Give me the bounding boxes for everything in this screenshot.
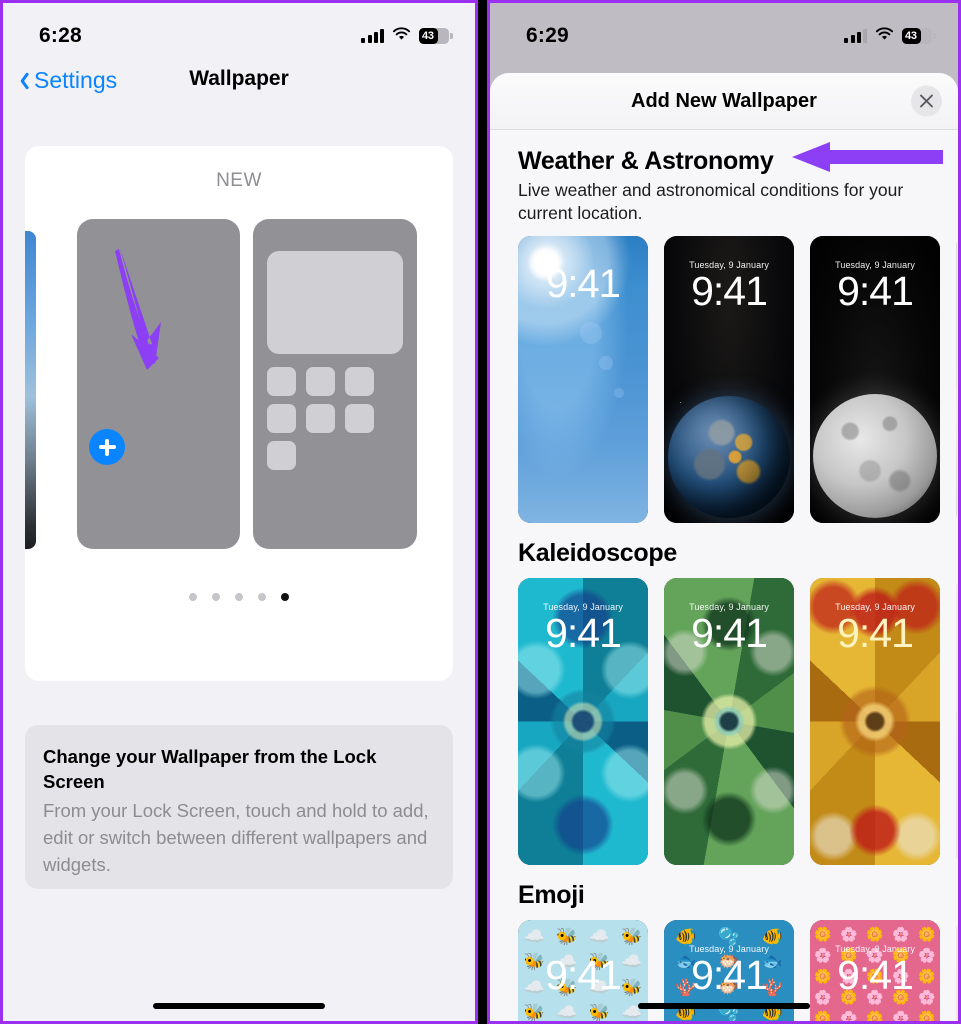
close-icon[interactable] — [911, 85, 942, 117]
thumb-time: 9:41 — [691, 267, 768, 314]
section-header: Emoji — [490, 865, 958, 910]
wallpaper-thumb-emoji-bees[interactable]: ☁️🐝☁️🐝 🐝☁️🐝☁️ ☁️🐝☁️🐝 🐝☁️🐝☁️ ☁️🐝☁️🐝 9:41 — [518, 919, 648, 1021]
battery-percent: 43 — [905, 30, 917, 42]
thumb-time: 9:41 — [837, 609, 914, 656]
wallpaper-thumb-kaleidoscope-green[interactable]: Tuesday, 9 January 9:41 — [664, 577, 794, 865]
thumb-time: 9:41 — [691, 609, 768, 656]
wallpaper-row-weather-astronomy[interactable]: 9:41 Tuesday, 9 January 9:41 Tuesday, 9 … — [490, 131, 958, 523]
section-weather-astronomy: Weather & Astronomy Live weather and ast… — [490, 131, 958, 523]
tip-title: Change your Wallpaper from the Lock Scre… — [43, 746, 377, 792]
weather-astronomy-section-title: Weather & Astronomy — [518, 147, 774, 175]
wallpaper-categories-list[interactable]: Weather & Astronomy Live weather and ast… — [490, 131, 958, 1021]
tip-body: From your Lock Screen, touch and hold to… — [43, 800, 429, 875]
status-bar-clock: 6:28 — [39, 24, 82, 47]
add-new-wallpaper-tile[interactable] — [77, 219, 240, 549]
wifi-icon — [392, 26, 411, 46]
wallpaper-carousel[interactable] — [25, 219, 453, 549]
lock-screen-tip-card: Change your Wallpaper from the Lock Scre… — [25, 725, 453, 889]
carousel-page-dots[interactable] — [25, 593, 453, 601]
battery-icon: 43 — [902, 28, 936, 44]
home-screen-preview-tile[interactable] — [253, 219, 417, 549]
battery-percent: 43 — [422, 30, 434, 42]
section-kaleidoscope: Kaleidoscope Tuesday, 9 January 9:41 Tue… — [490, 522, 958, 865]
wallpaper-thumb-weather-sunny[interactable]: 9:41 — [518, 235, 648, 523]
cellular-bars-icon — [844, 29, 867, 43]
section-emoji: Emoji ☁️🐝☁️🐝 🐝☁️🐝☁️ ☁️🐝☁️🐝 🐝☁️🐝☁️ ☁️🐝☁️🐝 — [490, 864, 958, 1021]
thumb-time: 9:41 — [691, 951, 768, 998]
battery-icon: 43 — [419, 28, 453, 44]
status-bar-right: 6:29 43 — [490, 3, 958, 59]
wallpaper-thumb-kaleidoscope-partial[interactable] — [956, 577, 958, 865]
status-bar-indicators: 43 — [361, 26, 453, 46]
sheet-header: Add New Wallpaper — [490, 73, 958, 130]
wallpaper-thumb-astronomy-earth[interactable]: Tuesday, 9 January 9:41 — [664, 235, 794, 523]
home-indicator-right[interactable] — [638, 1003, 810, 1009]
sheet-title: Add New Wallpaper — [631, 89, 817, 112]
home-app-icons — [267, 367, 407, 470]
screenshot-stage: 6:28 43 Settings Wallpaper NEW Change yo… — [0, 0, 961, 1024]
home-indicator-left[interactable] — [153, 1003, 325, 1009]
thumb-time: 9:41 — [837, 267, 914, 314]
wallpaper-thumb-kaleidoscope-teal[interactable]: Tuesday, 9 January 9:41 — [518, 577, 648, 865]
status-bar-clock: 6:29 — [526, 24, 569, 47]
add-new-wallpaper-sheet: Add New Wallpaper Weather & Astronomy Li… — [490, 73, 958, 1021]
weather-astronomy-section-subtitle: Live weather and astronomical conditions… — [518, 180, 904, 224]
thumb-time: 9:41 — [546, 261, 621, 306]
wallpaper-thumb-emoji-flowers[interactable]: 🌼 🌸 🌼 🌸 🌼 🌸 🌼 🌸 🌼 🌸 🌼 🌸 🌼 🌸 🌼 🌸 🌼 🌸 🌼 🌸 🌼 🌸 🌼 🌸 🌼 Tuesday, 9… — [810, 919, 940, 1021]
cellular-bars-icon — [361, 29, 384, 43]
new-wallpaper-label: NEW — [216, 170, 262, 191]
status-bar-left: 6:28 43 — [3, 3, 475, 59]
kaleidoscope-section-title: Kaleidoscope — [518, 538, 677, 567]
iphone-settings-wallpaper-screen: 6:28 43 Settings Wallpaper NEW Change yo… — [0, 0, 478, 1024]
home-widget-placeholder — [267, 251, 403, 354]
wallpaper-thumb-emoji-partial[interactable] — [956, 919, 958, 1021]
thumb-time: 9:41 — [837, 951, 914, 998]
emoji-section-title: Emoji — [518, 880, 585, 909]
section-header: Kaleidoscope — [490, 523, 958, 568]
section-header: Weather & Astronomy Live weather and ast… — [490, 131, 958, 226]
wallpaper-thumb-astronomy-partial[interactable] — [956, 235, 958, 523]
navigation-bar: Settings Wallpaper — [3, 59, 475, 113]
thumb-time: 9:41 — [545, 609, 622, 656]
thumb-time: 9:41 — [545, 951, 622, 998]
add-wallpaper-plus-button[interactable] — [89, 429, 125, 465]
wallpaper-preview-card: NEW — [25, 146, 453, 681]
wallpaper-thumb-astronomy-moon[interactable]: Tuesday, 9 January 9:41 — [810, 235, 940, 523]
wifi-icon — [875, 26, 894, 46]
iphone-add-new-wallpaper-screen: 6:29 43 Add New Wallpaper Weather & Astr… — [487, 0, 961, 1024]
wallpaper-previous-sliver[interactable] — [25, 231, 36, 549]
wallpaper-thumb-kaleidoscope-gold[interactable]: Tuesday, 9 January 9:41 — [810, 577, 940, 865]
page-title: Wallpaper — [189, 67, 289, 90]
wallpaper-row-kaleidoscope[interactable]: Tuesday, 9 January 9:41 Tuesday, 9 Janua… — [490, 522, 958, 865]
status-bar-indicators: 43 — [844, 26, 936, 46]
